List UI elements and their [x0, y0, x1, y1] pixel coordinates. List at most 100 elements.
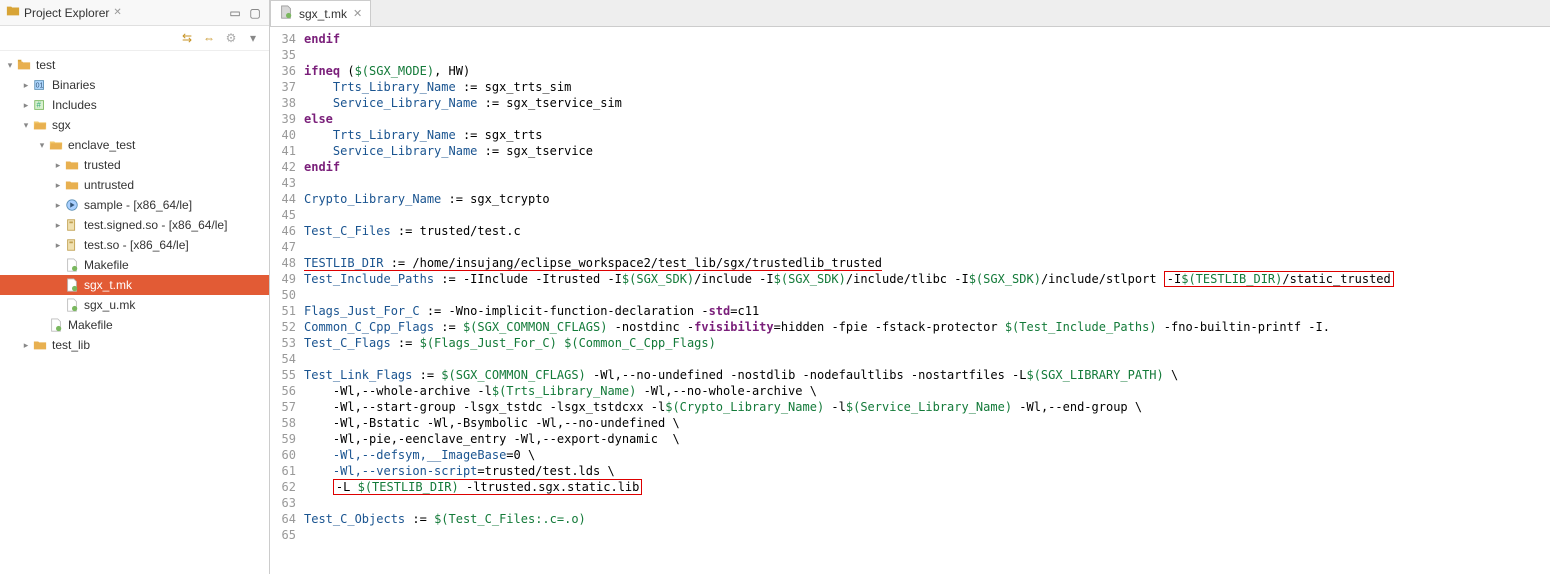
line-number: 45 [270, 207, 304, 223]
code-line[interactable]: 41 Service_Library_Name := sgx_tservice [270, 143, 1550, 159]
tree-item-label: trusted [84, 158, 121, 172]
code-line[interactable]: 49Test_Include_Paths := -IInclude -Itrus… [270, 271, 1550, 287]
folder-open-icon [48, 137, 64, 153]
code-line[interactable]: 48TESTLIB_DIR := /home/insujang/eclipse_… [270, 255, 1550, 271]
code-line[interactable]: 34endif [270, 31, 1550, 47]
code-line[interactable]: 42endif [270, 159, 1550, 175]
expand-arrow-icon[interactable]: ▸ [52, 220, 64, 231]
folder-tree-icon [6, 4, 20, 21]
code-line[interactable]: 56 -Wl,--whole-archive -l$(Trts_Library_… [270, 383, 1550, 399]
code-line[interactable]: 46Test_C_Files := trusted/test.c [270, 223, 1550, 239]
collapse-all-icon[interactable]: ⇆ [179, 30, 195, 46]
expand-arrow-icon[interactable]: ▸ [52, 200, 64, 211]
expand-arrow-icon[interactable]: ▾ [4, 60, 16, 71]
view-menu-icon[interactable]: ▾ [245, 30, 261, 46]
code-line[interactable]: 55Test_Link_Flags := $(SGX_COMMON_CFLAGS… [270, 367, 1550, 383]
code-line[interactable]: 38 Service_Library_Name := sgx_tservice_… [270, 95, 1550, 111]
code-line[interactable]: 36ifneq ($(SGX_MODE), HW) [270, 63, 1550, 79]
close-view-icon[interactable]: ✕ [113, 7, 121, 18]
line-content [304, 495, 1550, 511]
tree-item[interactable]: ▾sgx [0, 115, 269, 135]
tree-item[interactable]: ▸test.signed.so - [x86_64/le] [0, 215, 269, 235]
line-number: 35 [270, 47, 304, 63]
line-content: -Wl,-pie,-eenclave_entry -Wl,--export-dy… [304, 431, 1550, 447]
code-line[interactable]: 63 [270, 495, 1550, 511]
editor-tab[interactable]: sgx_t.mk ✕ [270, 0, 371, 26]
line-content: Test_C_Flags := $(Flags_Just_For_C) $(Co… [304, 335, 1550, 351]
tree-item[interactable]: ▸untrusted [0, 175, 269, 195]
tree-item[interactable]: Makefile [0, 255, 269, 275]
editor-tab-label: sgx_t.mk [299, 7, 347, 21]
code-line[interactable]: 47 [270, 239, 1550, 255]
line-content: -Wl,-Bstatic -Wl,-Bsymbolic -Wl,--no-und… [304, 415, 1550, 431]
line-content: Crypto_Library_Name := sgx_tcrypto [304, 191, 1550, 207]
code-editor[interactable]: 34endif3536ifneq ($(SGX_MODE), HW)37 Trt… [270, 27, 1550, 574]
code-line[interactable]: 53Test_C_Flags := $(Flags_Just_For_C) $(… [270, 335, 1550, 351]
code-line[interactable]: 60 -Wl,--defsym,__ImageBase=0 \ [270, 447, 1550, 463]
file-icon [48, 317, 64, 333]
line-number: 44 [270, 191, 304, 207]
folder-icon [64, 157, 80, 173]
code-line[interactable]: 45 [270, 207, 1550, 223]
line-content [304, 175, 1550, 191]
code-line[interactable]: 50 [270, 287, 1550, 303]
code-line[interactable]: 64Test_C_Objects := $(Test_C_Files:.c=.o… [270, 511, 1550, 527]
close-tab-icon[interactable]: ✕ [353, 7, 362, 20]
filter-icon[interactable]: ⚙ [223, 30, 239, 46]
tree-item[interactable]: ▸sample - [x86_64/le] [0, 195, 269, 215]
expand-arrow-icon[interactable]: ▸ [52, 180, 64, 191]
code-line[interactable]: 52Common_C_Cpp_Flags := $(SGX_COMMON_CFL… [270, 319, 1550, 335]
tree-item[interactable]: ▾enclave_test [0, 135, 269, 155]
code-line[interactable]: 59 -Wl,-pie,-eenclave_entry -Wl,--export… [270, 431, 1550, 447]
expand-arrow-icon[interactable]: ▸ [20, 100, 32, 111]
tree-item[interactable]: ▾test [0, 55, 269, 75]
tree-item[interactable]: sgx_t.mk [0, 275, 269, 295]
line-number: 64 [270, 511, 304, 527]
code-line[interactable]: 54 [270, 351, 1550, 367]
line-number: 59 [270, 431, 304, 447]
line-number: 54 [270, 351, 304, 367]
tree-item-label: Makefile [68, 318, 113, 332]
code-line[interactable]: 51Flags_Just_For_C := -Wno-implicit-func… [270, 303, 1550, 319]
line-number: 34 [270, 31, 304, 47]
expand-arrow-icon[interactable]: ▸ [20, 340, 32, 351]
line-number: 60 [270, 447, 304, 463]
line-content: else [304, 111, 1550, 127]
tree-item[interactable]: Makefile [0, 315, 269, 335]
code-line[interactable]: 57 -Wl,--start-group -lsgx_tstdc -lsgx_t… [270, 399, 1550, 415]
link-editor-icon[interactable]: ⇔ [201, 30, 217, 46]
expand-arrow-icon[interactable]: ▸ [52, 160, 64, 171]
minimize-icon[interactable]: ▭ [227, 5, 243, 21]
maximize-icon[interactable]: ▢ [247, 5, 263, 21]
code-line[interactable]: 35 [270, 47, 1550, 63]
code-line[interactable]: 61 -Wl,--version-script=trusted/test.lds… [270, 463, 1550, 479]
code-line[interactable]: 65 [270, 527, 1550, 543]
folder-project-icon [16, 57, 32, 73]
expand-arrow-icon[interactable]: ▸ [52, 240, 64, 251]
code-line[interactable]: 39else [270, 111, 1550, 127]
code-line[interactable]: 43 [270, 175, 1550, 191]
code-line[interactable]: 58 -Wl,-Bstatic -Wl,-Bsymbolic -Wl,--no-… [270, 415, 1550, 431]
expand-arrow-icon[interactable]: ▾ [20, 120, 32, 131]
tree-item[interactable]: sgx_u.mk [0, 295, 269, 315]
line-content: Service_Library_Name := sgx_tservice_sim [304, 95, 1550, 111]
folder-icon [64, 177, 80, 193]
tree-item[interactable]: ▸ trusted [0, 155, 269, 175]
code-line[interactable]: 44Crypto_Library_Name := sgx_tcrypto [270, 191, 1550, 207]
code-line[interactable]: 62 -L $(TESTLIB_DIR) -ltrusted.sgx.stati… [270, 479, 1550, 495]
expand-arrow-icon[interactable]: ▾ [36, 140, 48, 151]
line-content: Service_Library_Name := sgx_tservice [304, 143, 1550, 159]
code-line[interactable]: 37 Trts_Library_Name := sgx_trts_sim [270, 79, 1550, 95]
tree-item[interactable]: ▸#Includes [0, 95, 269, 115]
expand-arrow-icon[interactable]: ▸ [20, 80, 32, 91]
tree-item[interactable]: ▸01Binaries [0, 75, 269, 95]
code-line[interactable]: 40 Trts_Library_Name := sgx_trts [270, 127, 1550, 143]
tree-item[interactable]: ▸test.so - [x86_64/le] [0, 235, 269, 255]
line-content: -Wl,--defsym,__ImageBase=0 \ [304, 447, 1550, 463]
line-number: 42 [270, 159, 304, 175]
line-number: 55 [270, 367, 304, 383]
tree-item[interactable]: ▸test_lib [0, 335, 269, 355]
line-number: 37 [270, 79, 304, 95]
tree-item-label: Includes [52, 98, 97, 112]
line-content [304, 239, 1550, 255]
